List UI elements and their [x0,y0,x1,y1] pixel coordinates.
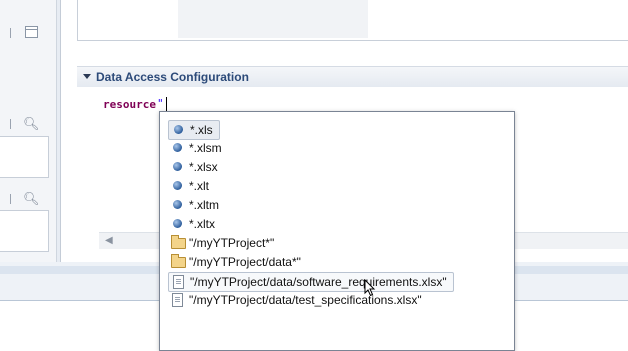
extension-icon [173,200,182,209]
folder-icon [171,235,186,249]
completion-label: *.xltm [189,198,219,212]
left-field-2[interactable] [0,210,49,252]
divider [10,28,15,38]
completion-item[interactable]: "/myYTProject/data*" [168,253,307,271]
file-icon [173,275,184,289]
minimize-icon[interactable] [25,26,38,38]
extension-icon [173,143,182,152]
completion-label: *.xltx [189,217,216,231]
extension-icon [174,125,183,134]
text-caret [166,97,167,111]
divider [10,119,15,129]
section-header[interactable]: Data Access Configuration [77,66,628,87]
completion-item[interactable]: *.xlt [168,177,215,195]
file-icon [172,293,183,307]
resource-keyword: resource [103,98,156,111]
completion-label: "/myYTProject*" [189,236,275,250]
extension-icon [173,181,182,190]
completion-item[interactable]: *.xlsx [168,158,224,176]
completion-label: *.xlsx [189,160,218,174]
completion-label: *.xlt [189,179,210,193]
completion-item[interactable]: *.xlsm [168,139,228,157]
search-icon[interactable]: 🔍︎ [23,192,40,206]
completion-item[interactable]: "/myYTProject*" [168,234,280,252]
completion-label: "/myYTProject/data*" [189,255,301,269]
scroll-left-icon[interactable]: ◀ [105,235,113,246]
completion-item[interactable]: "/myYTProject/data/test_specifications.x… [168,291,428,309]
completion-label: "/myYTProject/data/test_specifications.x… [189,293,422,307]
string-literal: " [157,97,164,110]
left-field-1[interactable] [0,136,49,178]
completion-label: *.xls [190,123,213,137]
extension-icon [173,162,182,171]
collapse-triangle-icon[interactable] [83,74,91,79]
left-view-strip: 🔍︎ 🔍︎ [0,0,57,262]
completion-label: "/myYTProject/data/software_requirements… [190,275,447,289]
divider [10,194,15,204]
content-assist-popup[interactable]: *.xls *.xlsm *.xlsx *.xlt *.xltm *.xltx "/myYT… [159,111,515,351]
completion-item[interactable]: *.xls [168,120,220,140]
folder-icon [171,254,186,268]
completion-item[interactable]: *.xltx [168,215,221,233]
search-icon[interactable]: 🔍︎ [23,117,40,131]
extension-icon [173,219,182,228]
section-title: Data Access Configuration [96,70,249,84]
completion-item[interactable]: *.xltm [168,196,225,214]
completion-item[interactable]: "/myYTProject/data/software_requirements… [168,272,454,292]
top-text-area[interactable] [77,0,628,41]
completion-label: *.xlsm [189,141,222,155]
